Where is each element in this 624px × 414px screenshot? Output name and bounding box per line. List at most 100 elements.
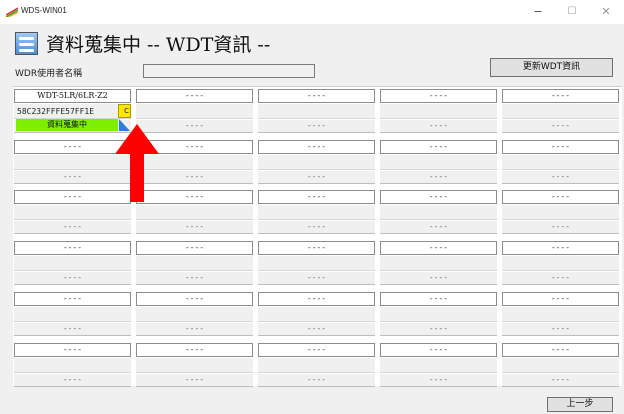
slot-id — [258, 155, 375, 170]
slot-label: ---- — [380, 241, 497, 255]
slot-id — [258, 104, 375, 119]
slot-id — [380, 358, 497, 373]
slot-label: ---- — [380, 343, 497, 357]
slot-label: ---- — [258, 190, 375, 204]
slot-id — [14, 256, 131, 271]
slot-label: ---- — [258, 292, 375, 306]
slot-label: ---- — [502, 140, 619, 154]
device-slot[interactable]: ---- ---- — [257, 291, 376, 336]
slot-id — [14, 205, 131, 220]
slot-label: ---- — [14, 343, 131, 357]
slot-status: ---- — [380, 120, 497, 133]
slot-id — [258, 205, 375, 220]
slot-status: ---- — [502, 171, 619, 184]
slot-id — [136, 205, 253, 220]
slot-label: ---- — [136, 292, 253, 306]
minimize-button[interactable]: − — [524, 2, 552, 22]
slot-status: ---- — [380, 171, 497, 184]
slot-label: ---- — [502, 241, 619, 255]
update-wdt-button[interactable]: 更新WDT資訊 — [490, 58, 613, 77]
slot-id — [502, 256, 619, 271]
slot-status: ---- — [14, 374, 131, 387]
slot-label: ---- — [258, 343, 375, 357]
device-slot[interactable]: ---- ---- — [501, 240, 620, 285]
slot-status: ---- — [258, 272, 375, 285]
device-slot[interactable]: ---- ---- — [13, 240, 132, 285]
slot-id — [14, 307, 131, 322]
slot-status: ---- — [136, 221, 253, 234]
slot-label: ---- — [380, 190, 497, 204]
slot-id — [502, 155, 619, 170]
slot-status: ---- — [380, 272, 497, 285]
device-slot[interactable]: ---- ---- — [379, 291, 498, 336]
device-slot[interactable]: ---- ---- — [135, 342, 254, 387]
slot-status: ---- — [380, 374, 497, 387]
slot-label: ---- — [258, 140, 375, 154]
slot-label: ---- — [502, 190, 619, 204]
device-slot[interactable]: ---- ---- — [257, 139, 376, 184]
app-window: WDS-WIN01 − ☐ ✕ 資料蒐集中 -- WDT資訊 -- WDR使用者… — [0, 0, 624, 414]
slot-status: ---- — [380, 323, 497, 336]
device-grid: WDT-5LR/6LR-Z2 58C232FFFE57FF1E 資料蒐集中 C ----… — [13, 86, 622, 387]
slot-status: ---- — [502, 323, 619, 336]
slot-id — [380, 256, 497, 271]
device-slot[interactable]: ---- ---- — [379, 240, 498, 285]
device-slot[interactable]: ---- ---- — [135, 240, 254, 285]
device-slot[interactable]: ---- ---- — [379, 189, 498, 234]
device-slot[interactable]: ---- ---- — [501, 139, 620, 184]
device-slot[interactable]: ---- ---- — [501, 189, 620, 234]
device-slot[interactable]: ---- ---- — [379, 88, 498, 133]
slot-status: ---- — [136, 374, 253, 387]
device-slot[interactable]: ---- ---- — [257, 189, 376, 234]
slot-status: ---- — [14, 272, 131, 285]
slot-id — [502, 358, 619, 373]
slot-id — [380, 155, 497, 170]
window-title: WDS-WIN01 — [21, 6, 67, 15]
slot-id — [380, 205, 497, 220]
page-title: 資料蒐集中 -- WDT資訊 -- — [46, 34, 271, 56]
slot-id — [258, 358, 375, 373]
slot-status: ---- — [258, 374, 375, 387]
slot-status: ---- — [14, 323, 131, 336]
slot-status: ---- — [258, 323, 375, 336]
device-slot[interactable]: ---- ---- — [501, 291, 620, 336]
device-slot[interactable]: ---- ---- — [379, 139, 498, 184]
user-name-label: WDR使用者名稱 — [15, 69, 83, 79]
slot-label: ---- — [380, 89, 497, 103]
back-button[interactable]: 上一步 — [547, 397, 613, 412]
slot-status: ---- — [136, 272, 253, 285]
slot-label: ---- — [502, 292, 619, 306]
device-slot[interactable]: ---- ---- — [501, 342, 620, 387]
title-bar: WDS-WIN01 − ☐ ✕ — [0, 0, 624, 24]
device-id: 58C232FFFE57FF1E — [14, 104, 131, 119]
slot-label: ---- — [14, 241, 131, 255]
slot-status: ---- — [502, 272, 619, 285]
device-action-button[interactable]: C — [118, 104, 131, 118]
slot-label: ---- — [502, 343, 619, 357]
slot-label: ---- — [136, 343, 253, 357]
slot-id — [258, 256, 375, 271]
device-slot[interactable]: ---- ---- — [501, 88, 620, 133]
slot-id — [136, 358, 253, 373]
slot-id — [136, 256, 253, 271]
device-slot[interactable]: ---- ---- — [13, 342, 132, 387]
slot-id — [502, 307, 619, 322]
slot-status: ---- — [380, 221, 497, 234]
slot-id — [502, 205, 619, 220]
device-slot[interactable]: ---- ---- — [379, 342, 498, 387]
slot-status: ---- — [258, 171, 375, 184]
slot-label: ---- — [258, 241, 375, 255]
device-slot[interactable]: ---- ---- — [135, 291, 254, 336]
maximize-button[interactable]: ☐ — [558, 2, 586, 22]
status-badge: 資料蒐集中 — [16, 119, 118, 131]
device-slot[interactable]: ---- ---- — [13, 291, 132, 336]
red-arrow-annotation — [115, 124, 159, 202]
device-slot[interactable]: ---- ---- — [257, 88, 376, 133]
data-collection-icon — [15, 32, 38, 55]
device-slot[interactable]: ---- ---- — [257, 342, 376, 387]
slot-status: ---- — [14, 221, 131, 234]
device-slot[interactable]: ---- ---- — [257, 240, 376, 285]
slot-id — [258, 307, 375, 322]
user-name-field[interactable] — [143, 64, 315, 78]
close-button[interactable]: ✕ — [592, 2, 620, 22]
